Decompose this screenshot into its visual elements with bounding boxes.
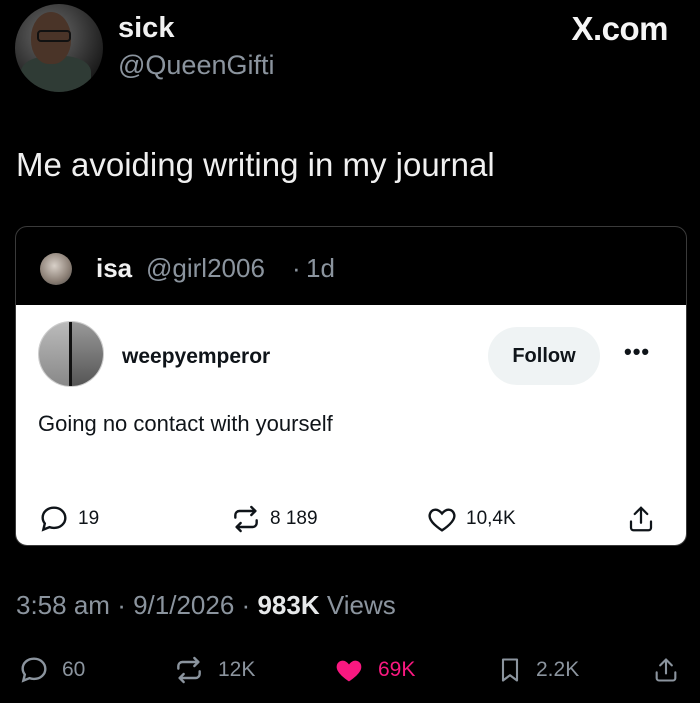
tweet-date[interactable]: 9/1/2026 — [133, 590, 234, 620]
bookmark-icon — [501, 658, 519, 682]
comment-icon — [41, 506, 67, 532]
author-avatar[interactable] — [15, 4, 103, 92]
embedded-repost-button[interactable]: 8 189 — [230, 503, 318, 535]
site-label: X.com — [571, 10, 668, 47]
embedded-share-button[interactable] — [626, 503, 656, 535]
embedded-author-avatar[interactable] — [38, 321, 104, 387]
author-display-name[interactable]: sick — [118, 12, 174, 45]
embedded-author-name[interactable]: weepyemperor — [122, 345, 270, 369]
quoted-tweet-age: 1d — [306, 253, 335, 283]
share-icon — [629, 506, 653, 532]
views-label: Views — [326, 590, 396, 620]
reply-count: 60 — [62, 658, 86, 681]
share-icon — [655, 658, 677, 682]
embedded-reply-count: 19 — [78, 508, 100, 529]
repost-count: 12K — [218, 658, 256, 681]
embedded-post: weepyemperor Follow ••• Going no contact… — [16, 305, 686, 545]
comment-icon — [21, 657, 47, 683]
quoted-tweet-card[interactable]: isa @girl2006 · 1d weepyemperor Follow •… — [15, 226, 687, 546]
separator-dot: · — [117, 590, 126, 620]
reply-button[interactable]: 60 — [18, 654, 85, 686]
tweet-time[interactable]: 3:58 am — [16, 590, 110, 620]
embedded-post-text: Going no contact with yourself — [38, 411, 333, 436]
heart-icon — [428, 508, 456, 532]
views-count: 983K — [257, 590, 320, 620]
tweet-meta: 3:58 am · 9/1/2026 · 983K Views — [16, 590, 396, 621]
share-button[interactable] — [652, 654, 680, 686]
more-options-icon[interactable]: ••• — [624, 339, 650, 365]
embedded-like-count: 10,4K — [466, 508, 516, 529]
separator-dot: · — [292, 253, 301, 283]
author-handle[interactable]: @QueenGifti — [118, 50, 274, 81]
heart-filled-icon — [336, 660, 362, 682]
bookmark-button[interactable]: 2.2K — [496, 654, 579, 686]
like-button[interactable]: 69K — [332, 654, 415, 686]
follow-button[interactable]: Follow — [488, 327, 600, 385]
repost-icon — [177, 656, 201, 684]
tweet-text: Me avoiding writing in my journal — [16, 146, 495, 183]
repost-button[interactable]: 12K — [172, 654, 255, 686]
separator-dot: · — [241, 590, 251, 620]
bookmark-count: 2.2K — [536, 658, 580, 681]
quoted-author-avatar[interactable] — [40, 253, 72, 285]
like-count: 69K — [378, 658, 416, 681]
repost-icon — [234, 505, 258, 533]
embedded-like-button[interactable]: 10,4K — [426, 503, 516, 535]
quoted-author-handle[interactable]: @girl2006 — [146, 253, 265, 284]
embedded-repost-count: 8 189 — [270, 508, 318, 529]
quoted-author-name[interactable]: isa — [96, 253, 132, 284]
quoted-tweet-header: isa @girl2006 · 1d — [16, 227, 686, 305]
embedded-reply-button[interactable]: 19 — [38, 503, 99, 535]
